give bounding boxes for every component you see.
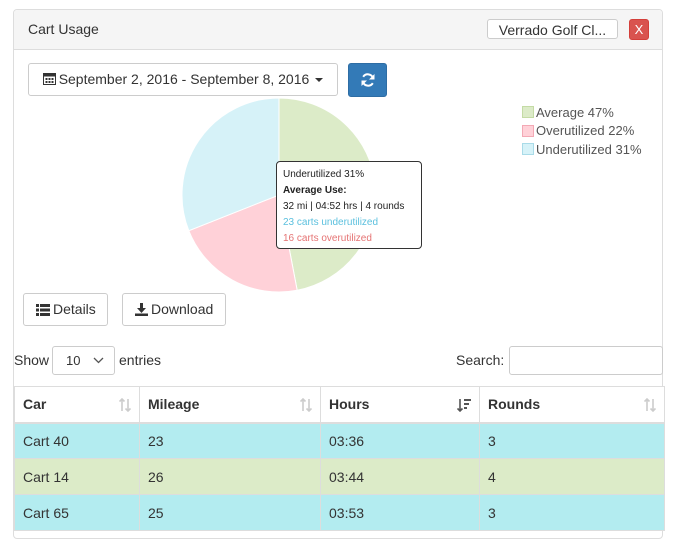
chart-tooltip: Underutilized 31% Average Use: 32 mi | 0… bbox=[276, 161, 422, 249]
sort-icon bbox=[119, 398, 131, 412]
download-label: Download bbox=[151, 301, 214, 317]
legend-label-average: Average 47% bbox=[536, 104, 614, 120]
cell-hours: 03:44 bbox=[320, 458, 480, 495]
column-header-mileage[interactable]: Mileage bbox=[139, 386, 321, 424]
refresh-icon bbox=[361, 73, 375, 87]
legend-item-overutilized: Overutilized 22% bbox=[522, 122, 642, 141]
cell-car: Cart 40 bbox=[14, 422, 140, 459]
sort-icon bbox=[300, 398, 312, 412]
date-range-button[interactable]: September 2, 2016 - September 8, 2016 bbox=[28, 63, 338, 96]
sort-descending-icon bbox=[457, 399, 471, 412]
course-select-button[interactable]: Verrado Golf Cl... bbox=[487, 19, 618, 39]
cart-usage-table: Car Mileage Hours Rounds Cart 40 23 03:3… bbox=[14, 386, 665, 531]
column-header-car-label: Car bbox=[23, 396, 47, 413]
cell-rounds: 3 bbox=[479, 422, 665, 459]
table-header-row: Car Mileage Hours Rounds bbox=[14, 386, 665, 424]
show-label: Show bbox=[14, 352, 50, 368]
list-icon bbox=[36, 304, 50, 316]
download-button[interactable]: Download bbox=[122, 293, 226, 326]
legend-item-underutilized: Underutilized 31% bbox=[522, 140, 642, 159]
panel-heading: Cart Usage Verrado Golf Cl... X bbox=[14, 10, 662, 50]
tooltip-underutilized: 23 carts underutilized bbox=[283, 217, 379, 228]
tooltip-stats: 32 mi | 04:52 hrs | 4 rounds bbox=[283, 201, 405, 212]
column-header-rounds-label: Rounds bbox=[488, 396, 541, 413]
table-row[interactable]: Cart 65 25 03:53 3 bbox=[14, 494, 665, 531]
sort-icon bbox=[644, 398, 656, 412]
refresh-button[interactable] bbox=[348, 63, 387, 97]
table-row[interactable]: Cart 14 26 03:44 4 bbox=[14, 458, 665, 495]
legend-label-underutilized: Underutilized 31% bbox=[536, 141, 642, 157]
column-header-mileage-label: Mileage bbox=[148, 396, 200, 413]
legend-swatch-average bbox=[522, 106, 534, 119]
cell-hours: 03:36 bbox=[320, 422, 480, 459]
panel-title: Cart Usage bbox=[28, 21, 99, 37]
legend-swatch-underutilized bbox=[522, 143, 534, 156]
tooltip-overutilized: 16 carts overutilized bbox=[283, 233, 372, 244]
legend-item-average: Average 47% bbox=[522, 103, 642, 122]
download-icon bbox=[135, 303, 148, 316]
details-button[interactable]: Details bbox=[23, 293, 108, 326]
cell-rounds: 4 bbox=[479, 458, 665, 495]
tooltip-title: Underutilized 31% bbox=[283, 169, 365, 180]
search-label: Search: bbox=[456, 352, 505, 368]
table-row[interactable]: Cart 40 23 03:36 3 bbox=[14, 422, 665, 459]
cell-mileage: 25 bbox=[139, 494, 321, 531]
caret-down-icon bbox=[315, 78, 324, 83]
legend-label-overutilized: Overutilized 22% bbox=[536, 123, 635, 139]
calendar-icon bbox=[42, 73, 56, 85]
column-header-rounds[interactable]: Rounds bbox=[479, 386, 665, 424]
date-range-label: September 2, 2016 - September 8, 2016 bbox=[58, 71, 310, 87]
entries-label: entries bbox=[119, 352, 162, 368]
tooltip-subtitle: Average Use: bbox=[283, 185, 347, 196]
cell-mileage: 26 bbox=[139, 458, 321, 495]
column-header-car[interactable]: Car bbox=[14, 386, 140, 424]
cell-car: Cart 65 bbox=[14, 494, 140, 531]
close-button[interactable]: X bbox=[629, 19, 649, 40]
details-label: Details bbox=[53, 301, 96, 317]
legend-swatch-overutilized bbox=[522, 124, 534, 137]
chevron-down-icon bbox=[93, 357, 104, 364]
entries-value: 10 bbox=[66, 353, 81, 368]
cell-hours: 03:53 bbox=[320, 494, 480, 531]
column-header-hours[interactable]: Hours bbox=[320, 386, 480, 424]
chart-legend: Average 47% Overutilized 22% Underutiliz… bbox=[522, 103, 642, 159]
cell-car: Cart 14 bbox=[14, 458, 140, 495]
cell-rounds: 3 bbox=[479, 494, 665, 531]
column-header-hours-label: Hours bbox=[329, 396, 370, 413]
entries-select[interactable]: 10 bbox=[52, 346, 115, 375]
cell-mileage: 23 bbox=[139, 422, 321, 459]
search-input[interactable] bbox=[509, 346, 663, 375]
